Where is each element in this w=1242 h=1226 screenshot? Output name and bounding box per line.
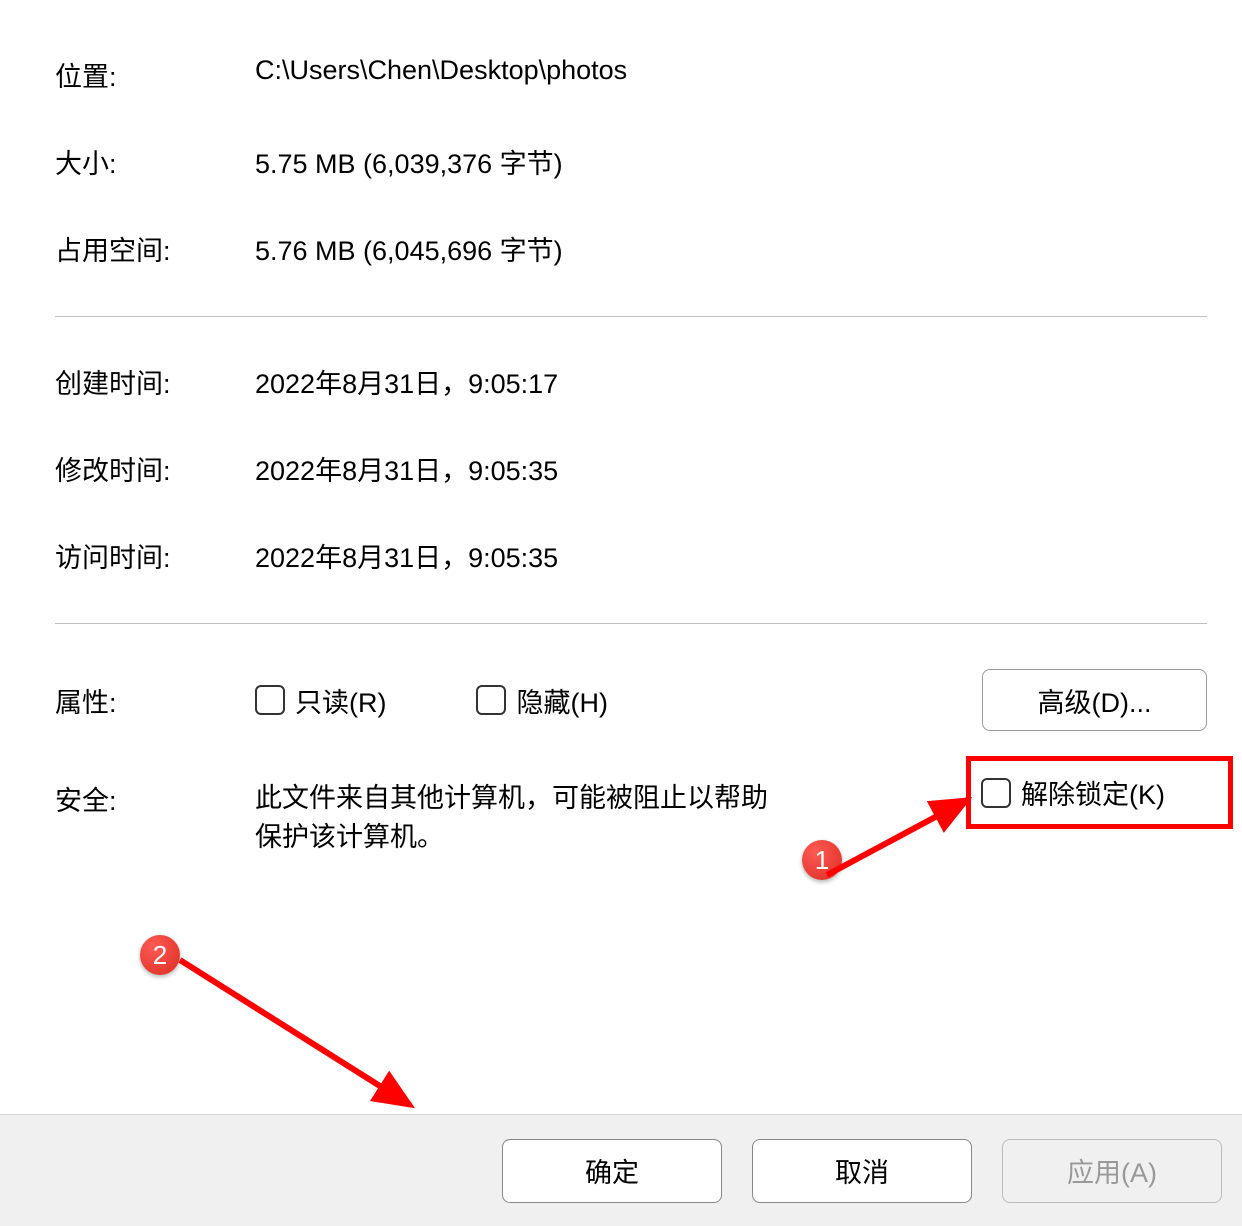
divider bbox=[55, 316, 1207, 317]
cancel-button[interactable]: 取消 bbox=[752, 1139, 972, 1203]
accessed-value: 2022年8月31日，9:05:35 bbox=[255, 536, 1207, 575]
created-value: 2022年8月31日，9:05:17 bbox=[255, 362, 1207, 401]
accessed-label: 访问时间: bbox=[55, 536, 255, 575]
modified-value: 2022年8月31日，9:05:35 bbox=[255, 449, 1207, 488]
size-on-disk-value: 5.76 MB (6,045,696 字节) bbox=[255, 229, 1207, 268]
hidden-text: 隐藏(H) bbox=[516, 681, 607, 720]
security-text: 此文件来自其他计算机，可能被阻止以帮助保护该计算机。 bbox=[255, 779, 785, 857]
location-label: 位置: bbox=[55, 55, 255, 94]
apply-button[interactable]: 应用(A) bbox=[1002, 1139, 1222, 1203]
arrow-icon bbox=[175, 955, 435, 1120]
security-label: 安全: bbox=[55, 779, 255, 818]
ok-button[interactable]: 确定 bbox=[502, 1139, 722, 1203]
unblock-text: 解除锁定(K) bbox=[1021, 773, 1165, 812]
size-on-disk-label: 占用空间: bbox=[55, 229, 255, 268]
location-value: C:\Users\Chen\Desktop\photos bbox=[255, 55, 1207, 86]
created-label: 创建时间: bbox=[55, 362, 255, 401]
unblock-checkbox[interactable]: 解除锁定(K) bbox=[966, 756, 1233, 829]
checkbox-icon bbox=[981, 778, 1011, 808]
annotation-badge-2: 2 bbox=[140, 935, 180, 975]
size-value: 5.75 MB (6,039,376 字节) bbox=[255, 142, 1207, 181]
readonly-checkbox[interactable]: 只读(R) bbox=[255, 681, 386, 720]
modified-label: 修改时间: bbox=[55, 449, 255, 488]
size-label: 大小: bbox=[55, 142, 255, 181]
checkbox-icon bbox=[476, 685, 506, 715]
readonly-text: 只读(R) bbox=[295, 681, 386, 720]
divider bbox=[55, 623, 1207, 624]
checkbox-icon bbox=[255, 685, 285, 715]
annotation-badge-1: 1 bbox=[802, 840, 842, 880]
attributes-label: 属性: bbox=[55, 681, 255, 720]
hidden-checkbox[interactable]: 隐藏(H) bbox=[476, 681, 607, 720]
button-bar: 确定 取消 应用(A) bbox=[0, 1114, 1242, 1226]
advanced-button[interactable]: 高级(D)... bbox=[982, 669, 1207, 731]
